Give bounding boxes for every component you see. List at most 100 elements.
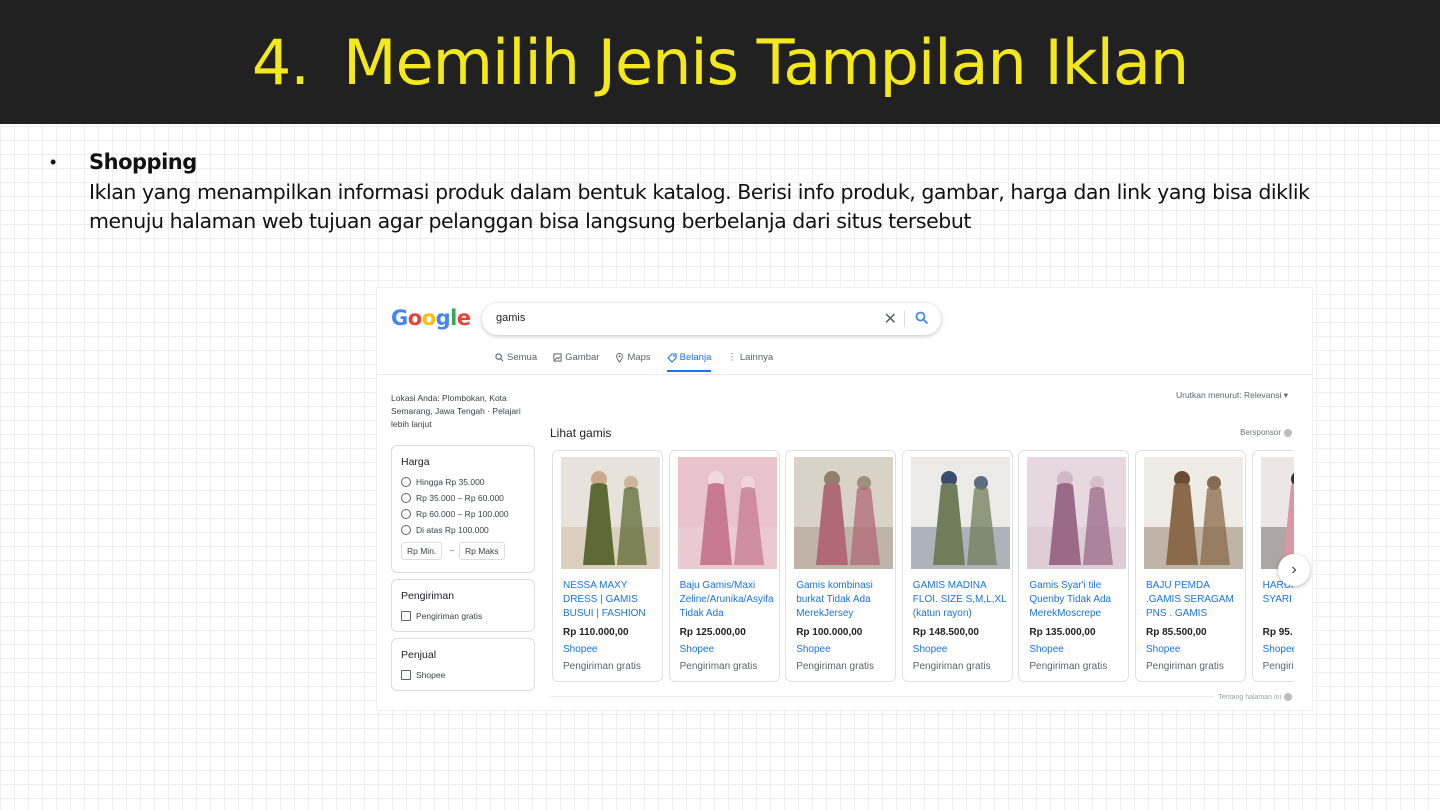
tab-gambar[interactable]: Gambar [553,352,599,372]
tabs-divider [377,374,1312,375]
sponsored-label: Bersponsor [1240,428,1292,437]
price-option[interactable]: Hingga Rp 35.000 [401,477,485,487]
about-page-link[interactable]: Tentang halaman ini [1214,693,1292,701]
product-price: Rp 100.000,00 [796,627,863,638]
search-query[interactable]: gamis [496,312,525,324]
product-shipping: Pengiriman gratis [796,661,874,672]
tab-semua-label: Semua [507,352,538,363]
price-option[interactable]: Rp 35.000 – Rp 60.000 [401,493,504,503]
tab-maps[interactable]: Maps [615,352,651,372]
tab-semua[interactable]: Semua [495,352,537,372]
sort-dropdown[interactable]: Urutkan menurut: Relevansi ▾ [1176,390,1288,401]
search-icon[interactable] [915,311,929,330]
product-shipping: Pengiriman gratis [1029,661,1108,672]
seller-option[interactable]: Shopee [401,670,445,680]
product-shipping: Pengiri [1262,661,1294,672]
product-store[interactable]: Shopee [913,644,947,655]
tag-icon [666,352,677,363]
checkbox-icon [401,611,411,621]
search-box[interactable]: gamis ✕ [482,303,941,335]
product-image[interactable] [794,457,894,569]
google-logo[interactable]: Google [391,306,471,330]
filter-pengiriman: Pengiriman Pengiriman gratis [391,579,535,632]
google-shopping-screenshot: Google gamis ✕ Semua Gambar Maps Belanja… [376,287,1313,711]
tab-lainnya-label: Lainnya [739,352,774,363]
product-carousel: NESSA MAXY DRESS | GAMIS BUSUI | FASHION… [552,450,1294,684]
product-price: Rp 125.000,00 [679,627,746,638]
filter-pengiriman-title: Pengiriman [401,590,455,602]
bullet-heading: Shopping [89,150,197,174]
product-image[interactable] [1027,457,1127,569]
filter-harga: Harga Hingga Rp 35.000 Rp 35.000 – Rp 60… [391,445,535,573]
more-vert-icon: ⋮ [727,352,737,363]
product-store[interactable]: Shopee [1029,644,1063,655]
info-icon[interactable] [1284,428,1292,437]
product-card[interactable]: NESSA MAXY DRESS | GAMIS BUSUI | FASHION… [552,450,663,682]
product-store[interactable]: Shopee [563,644,597,655]
radio-icon [401,509,411,519]
filter-penjual-title: Penjual [401,649,437,661]
product-card[interactable]: Gamis kombinasi burkat Tidak Ada MerekJe… [785,450,897,682]
min-price-input[interactable]: Rp Min. [401,542,443,560]
search-tabs: Semua Gambar Maps Belanja ⋮ Lainnya [495,352,773,372]
max-price-input[interactable]: Rp Maks [459,542,505,560]
product-image[interactable] [677,457,777,569]
product-price: Rp 95. [1262,627,1293,638]
product-price: Rp 135.000,00 [1029,627,1096,638]
footer-divider [550,696,1294,697]
filter-harga-title: Harga [401,456,430,468]
price-option[interactable]: Di atas Rp 100.000 [401,525,489,535]
radio-icon [401,477,411,487]
checkbox-icon [401,670,411,680]
product-store[interactable]: Shopee [680,644,714,655]
product-store[interactable]: Shopee [1146,644,1180,655]
slide-title: 4. Memilih Jenis Tampilan Iklan [251,25,1189,99]
product-card[interactable]: GAMIS MADINA FLOI. SIZE S,M,L,XL (katun … [901,450,1013,682]
product-price: Rp 148.500,00 [912,627,979,638]
product-card[interactable]: Baju Gamis/Maxi Zeline/Arunika/Asyifa Ti… [668,450,780,682]
price-option[interactable]: Rp 60.000 – Rp 100.000 [401,509,509,519]
product-name[interactable]: Baju Gamis/Maxi Zeline/Arunika/Asyifa Ti… [680,579,776,619]
product-name[interactable]: GAMIS MADINA FLOI. SIZE S,M,L,XL (katun … [913,579,1009,619]
product-image[interactable] [910,457,1010,569]
image-icon [553,353,562,362]
product-card[interactable]: BAJU PEMDA .GAMIS SERAGAM PNS . GAMIS PE… [1135,450,1246,682]
price-range-separator: – [450,546,455,555]
product-name[interactable]: Gamis kombinasi burkat Tidak Ada MerekJe… [796,579,892,619]
product-shipping: Pengiriman gratis [1146,661,1224,672]
product-price: Rp 85.500,00 [1146,627,1207,638]
radio-icon [401,525,411,535]
next-arrow-icon[interactable]: › [1278,554,1310,586]
product-card[interactable]: Gamis Syar'i tile Quenby Tidak Ada Merek… [1018,450,1130,682]
slide-title-text: Memilih Jenis Tampilan Iklan [342,25,1189,99]
product-name[interactable]: BAJU PEMDA .GAMIS SERAGAM PNS . GAMIS PE… [1146,579,1242,619]
product-shipping: Pengiriman gratis [912,661,991,672]
radio-icon [401,493,411,503]
clear-icon[interactable]: ✕ [884,309,897,329]
search-divider [904,311,905,327]
location-text: Lokasi Anda: Plombokan, Kota Semarang, J… [391,393,521,429]
tab-maps-label: Maps [627,352,651,363]
info-icon [1284,693,1292,701]
product-store[interactable]: Shopee [1263,644,1294,655]
tab-lainnya[interactable]: ⋮ Lainnya [727,352,773,372]
slide-title-bar: 4. Memilih Jenis Tampilan Iklan [0,0,1440,124]
product-name[interactable]: Gamis Syar'i tile Quenby Tidak Ada Merek… [1029,579,1125,619]
bullet-mark: • [50,152,57,172]
product-image[interactable] [1260,457,1294,569]
product-store[interactable]: Shopee [796,644,830,655]
map-pin-icon [616,352,624,363]
product-shipping: Pengiriman gratis [679,661,758,672]
search-small-icon [495,353,504,362]
free-shipping-option[interactable]: Pengiriman gratis [401,611,482,621]
tab-belanja-label: Belanja [679,352,712,363]
product-image[interactable] [561,457,660,569]
caret-down-icon: ▾ [1283,390,1288,400]
tab-belanja[interactable]: Belanja [666,352,712,372]
product-price: Rp 110.000,00 [563,627,629,638]
product-image[interactable] [1144,457,1243,569]
slide-title-number: 4. [251,25,310,99]
filter-penjual: Penjual Shopee [391,638,535,691]
product-shipping: Pengiriman gratis [563,661,641,672]
product-name[interactable]: NESSA MAXY DRESS | GAMIS BUSUI | FASHION… [563,579,659,619]
